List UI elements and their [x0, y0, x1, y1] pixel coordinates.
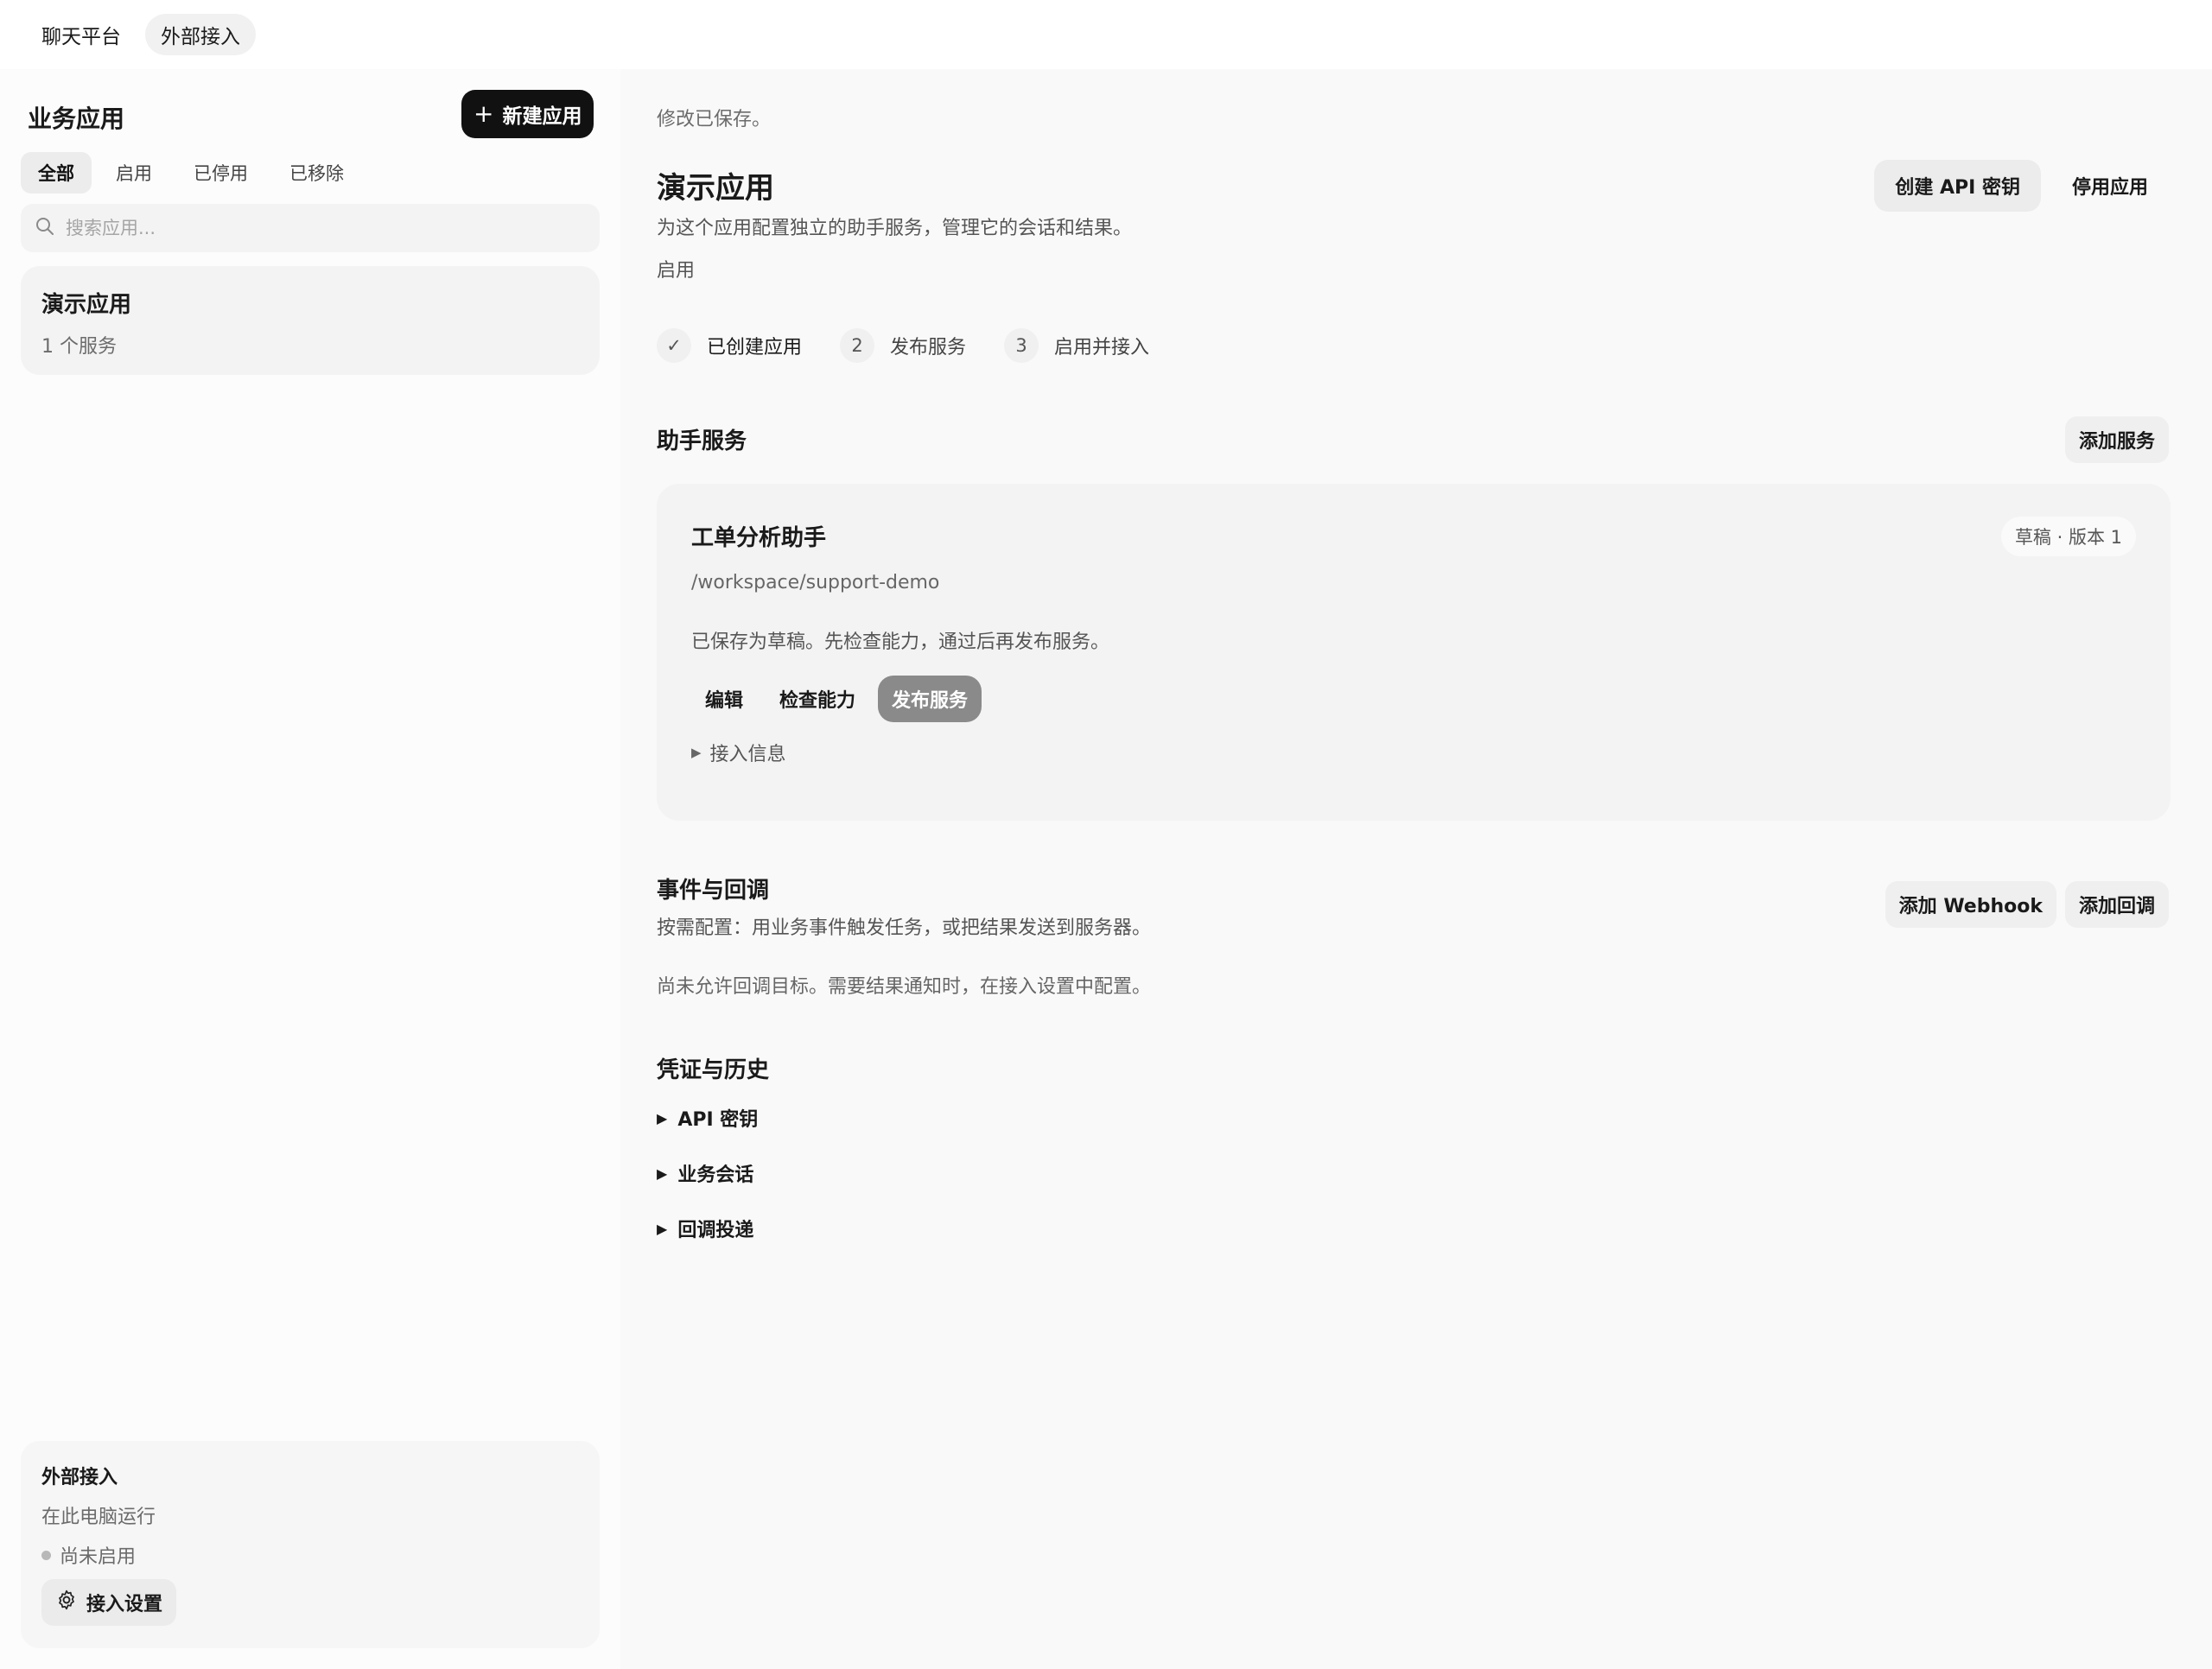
app-name: 演示应用 — [41, 292, 132, 318]
service-path: /workspace/support-demo — [691, 572, 940, 593]
filter-enabled[interactable]: 启用 — [99, 152, 169, 194]
add-service-button[interactable]: 添加服务 — [2064, 416, 2169, 463]
filter-removed[interactable]: 已移除 — [272, 152, 361, 194]
search-box — [21, 204, 600, 252]
service-note: 已保存为草稿。先检查能力，通过后再发布服务。 — [691, 631, 1110, 653]
add-callback-button[interactable]: 添加回调 — [2064, 881, 2169, 928]
triangle-right-icon: ▶ — [657, 1109, 668, 1126]
step-enable: 3 启用并接入 — [1004, 328, 1149, 363]
access-info-label: 接入信息 — [709, 744, 786, 765]
nav-external-access[interactable]: 外部接入 — [145, 14, 256, 55]
gear-icon — [55, 1589, 78, 1616]
search-input[interactable] — [66, 218, 567, 238]
sessions-label: 业务会话 — [677, 1164, 754, 1186]
events-description: 按需配置：用业务事件触发任务，或把结果发送到服务器。 — [657, 917, 1152, 939]
step-label: 启用并接入 — [1054, 337, 1150, 359]
sidebar: 业务应用 + 新建应用 全部 启用 已停用 已移除 演示应用 1 个服务 外部接… — [0, 69, 620, 1669]
header-actions: 创建 API 密钥 停用应用 — [1874, 160, 2169, 212]
step-number: 2 — [840, 328, 875, 363]
new-app-label: 新建应用 — [502, 105, 582, 128]
add-webhook-button[interactable]: 添加 Webhook — [1885, 881, 2056, 928]
service-card: 工单分析助手 草稿 · 版本 1 /workspace/support-demo… — [657, 484, 2171, 821]
api-keys-label: API 密钥 — [677, 1109, 759, 1131]
new-app-button[interactable]: + 新建应用 — [461, 90, 594, 138]
status-badge: 草稿 · 版本 1 — [2000, 517, 2136, 556]
external-status-label: 尚未启用 — [60, 1546, 137, 1568]
page-title: 演示应用 — [657, 171, 774, 206]
top-nav: 聊天平台 外部接入 — [26, 14, 256, 55]
step-created: ✓ 已创建应用 — [657, 328, 802, 363]
check-icon: ✓ — [657, 328, 691, 363]
check-capability-button[interactable]: 检查能力 — [766, 676, 869, 722]
api-keys-toggle[interactable]: ▶ API 密钥 — [657, 1104, 758, 1132]
nav-chat-platform[interactable]: 聊天平台 — [26, 14, 137, 55]
filter-tabs: 全部 启用 已停用 已移除 — [21, 152, 361, 194]
triangle-right-icon: ▶ — [657, 1220, 668, 1237]
services-title: 助手服务 — [657, 428, 747, 454]
callback-delivery-label: 回调投递 — [677, 1220, 754, 1241]
events-empty-state: 尚未允许回调目标。需要结果通知时，在接入设置中配置。 — [657, 976, 1152, 998]
disable-app-button[interactable]: 停用应用 — [2051, 160, 2169, 212]
app-description: 为这个应用配置独立的助手服务，管理它的会话和结果。 — [657, 218, 1133, 239]
top-bar: 聊天平台 外部接入 — [0, 0, 2212, 69]
app-service-count: 1 个服务 — [41, 336, 117, 358]
step-number: 3 — [1004, 328, 1039, 363]
service-name: 工单分析助手 — [691, 525, 827, 551]
service-actions: 编辑 检查能力 发布服务 — [691, 676, 982, 722]
edit-button[interactable]: 编辑 — [691, 676, 757, 722]
external-access-title: 外部接入 — [41, 1467, 118, 1488]
create-api-key-button[interactable]: 创建 API 密钥 — [1874, 160, 2041, 212]
status-dot-icon — [41, 1550, 51, 1560]
search-icon — [35, 216, 55, 240]
step-label: 已创建应用 — [707, 337, 803, 359]
access-settings-label: 接入设置 — [86, 1594, 163, 1615]
events-title: 事件与回调 — [657, 878, 770, 904]
saved-notice: 修改已保存。 — [657, 109, 772, 130]
access-info-toggle[interactable]: ▶ 接入信息 — [691, 739, 786, 766]
triangle-right-icon: ▶ — [691, 745, 702, 760]
step-label: 发布服务 — [890, 337, 967, 359]
main-panel: 修改已保存。 演示应用 为这个应用配置独立的助手服务，管理它的会话和结果。 启用… — [620, 69, 2212, 1669]
progress-steps: ✓ 已创建应用 2 发布服务 3 启用并接入 — [657, 328, 1149, 363]
callback-delivery-toggle[interactable]: ▶ 回调投递 — [657, 1215, 753, 1242]
filter-disabled[interactable]: 已停用 — [176, 152, 265, 194]
external-status: 尚未启用 — [41, 1541, 579, 1569]
access-settings-button[interactable]: 接入设置 — [41, 1579, 177, 1626]
external-runtime: 在此电脑运行 — [41, 1507, 156, 1528]
app-list-item[interactable]: 演示应用 1 个服务 — [21, 266, 600, 375]
sidebar-title: 业务应用 — [28, 105, 125, 133]
plus-icon: + — [474, 99, 494, 128]
filter-all[interactable]: 全部 — [21, 152, 92, 194]
sessions-toggle[interactable]: ▶ 业务会话 — [657, 1159, 753, 1187]
step-publish: 2 发布服务 — [840, 328, 966, 363]
triangle-right-icon: ▶ — [657, 1164, 668, 1182]
external-access-card: 外部接入 在此电脑运行 尚未启用 接入设置 — [21, 1441, 600, 1648]
publish-service-button[interactable]: 发布服务 — [878, 676, 982, 722]
app-state: 启用 — [657, 260, 696, 282]
credentials-title: 凭证与历史 — [657, 1057, 770, 1083]
